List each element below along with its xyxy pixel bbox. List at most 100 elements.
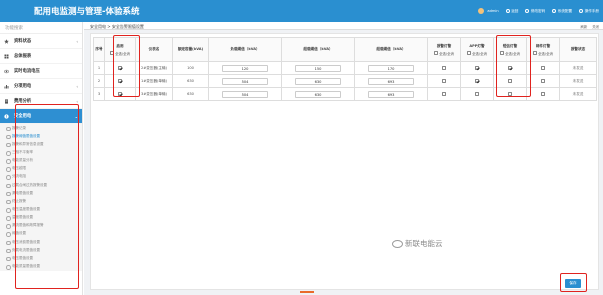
change-password-button[interactable]: 修改密码 [525, 9, 545, 14]
system-config-button[interactable]: 系统配置 [552, 9, 572, 14]
row-sms-alarm [493, 61, 527, 75]
light-alarm-checkbox[interactable] [442, 66, 446, 70]
submenu-item[interactable]: 电压限值设置 [0, 254, 82, 262]
sidebar-item-report[interactable]: 总体报表 [0, 49, 82, 64]
sidebar-item-subitem[interactable]: 分项用电 ‹ [0, 79, 82, 94]
checkbox[interactable] [110, 51, 115, 55]
settings-panel: 序号 启用 全选/全消 仪表名 额定容量(kVA) 负载阈值（kVA） 超载阈值（… [90, 33, 599, 290]
select-all-app[interactable]: 全选/全消 [467, 51, 487, 56]
submenu-item[interactable]: 终止报警 [0, 197, 82, 205]
submenu-item[interactable]: 过载合闸过热报警设置 [0, 181, 82, 189]
submenu-item-current[interactable]: 报警阈值限值设置 [0, 132, 82, 140]
sms-alarm-checkbox[interactable] [508, 79, 512, 83]
submenu-item[interactable]: 报警和异常信息设置 [0, 140, 82, 148]
row-capacity: 100 [172, 61, 209, 75]
change-password-label: 修改密码 [530, 8, 546, 13]
sidebar-item-label: 分项用电 [14, 84, 32, 89]
mail-alarm-checkbox[interactable] [541, 92, 545, 96]
close-button[interactable]: 关闭 [592, 24, 599, 29]
sms-alarm-checkbox[interactable] [508, 92, 512, 96]
submenu-item[interactable]: 电压消费限值设置 [0, 238, 82, 246]
grid-icon [4, 54, 9, 59]
app-alarm-checkbox[interactable] [475, 66, 479, 70]
overload-threshold-input[interactable]: 630 [295, 90, 341, 98]
back-icon [505, 9, 510, 13]
checkbox[interactable] [533, 51, 538, 55]
submenu-item[interactable]: 报警记录 [0, 124, 82, 132]
bottom-indicator [300, 291, 314, 293]
submenu-item[interactable]: 温度限值设置 [0, 214, 82, 222]
submenu-item[interactable]: 阈值设置 [0, 230, 82, 238]
overload-threshold-2-input[interactable]: 693 [368, 77, 414, 85]
app-alarm-checkbox[interactable] [475, 92, 479, 96]
select-all-mail[interactable]: 全选/全消 [533, 51, 553, 56]
enabled-checkbox[interactable] [118, 66, 122, 70]
enabled-checkbox[interactable] [118, 92, 122, 96]
back-button[interactable]: 返回 [505, 9, 518, 14]
col-app-alarm: APP灯警 全选/全消 [460, 37, 494, 62]
save-button[interactable]: 保存 [565, 279, 581, 288]
row-overload-threshold: 630 [281, 74, 355, 88]
safety-submenu: 报警记录 报警阈值限值设置 报警和异常信息设置 三相不平衡率 电能质量分析 电压… [0, 124, 82, 271]
sidebar-item-label: 总体报表 [14, 54, 32, 59]
submenu-item[interactable]: 电压温度限值设置 [0, 205, 82, 213]
row-mail-alarm [526, 61, 560, 75]
mail-alarm-checkbox[interactable] [541, 79, 545, 83]
submenu-item[interactable]: 漏电限值设置 [0, 189, 82, 197]
submenu-item[interactable]: 分流电阻 [0, 173, 82, 181]
row-app-alarm [460, 61, 494, 75]
app-alarm-checkbox[interactable] [475, 79, 479, 83]
tab-current[interactable]: 安全用电 > 安全告警限值设置 [90, 24, 144, 30]
book-icon [579, 9, 584, 13]
submenu-item[interactable]: 漏流限值和故障报警 [0, 222, 82, 230]
select-all-label: 全选/全消 [538, 51, 553, 56]
select-all-enabled[interactable]: 全选/全消 [110, 51, 130, 56]
app-header: 配用电监测与管理-体验系统 admin 返回 修改密码 系统配置 操作手册 [0, 0, 603, 22]
row-app-alarm [460, 74, 494, 88]
submenu-item[interactable]: 电压越限 [0, 165, 82, 173]
tab-actions: 刷新 关闭 [580, 24, 599, 29]
sidebar-item-safety[interactable]: 安全用电 ⌄ [0, 109, 82, 124]
load-threshold-input[interactable]: 504 [222, 77, 268, 85]
select-all-light[interactable]: 全选/全消 [434, 51, 454, 56]
sms-alarm-checkbox[interactable] [508, 66, 512, 70]
row-load-threshold: 120 [208, 61, 282, 75]
load-threshold-input[interactable]: 504 [222, 90, 268, 98]
row-overload-threshold-2: 693 [354, 87, 428, 101]
row-sms-alarm [493, 87, 527, 101]
col-mail-label: 邮件灯警 [535, 43, 551, 48]
sidebar-item-label: 实时电流电压 [14, 69, 40, 74]
submenu-item[interactable]: 电能质量分析 [0, 157, 82, 165]
light-alarm-checkbox[interactable] [442, 79, 446, 83]
overload-threshold-2-input[interactable]: 170 [368, 64, 414, 72]
manual-button[interactable]: 操作手册 [579, 9, 599, 14]
sidebar-item-cost[interactable]: 费用分析 ‹ [0, 94, 82, 109]
submenu-item[interactable]: 电能质量限值设置 [0, 262, 82, 270]
bar-chart-icon [4, 85, 9, 89]
header-actions: admin 返回 修改密码 系统配置 操作手册 [477, 8, 599, 14]
mail-alarm-checkbox[interactable] [541, 66, 545, 70]
checkbox[interactable] [500, 51, 505, 55]
refresh-button[interactable]: 刷新 [580, 24, 587, 29]
app-title: 配用电监测与管理-体验系统 [34, 7, 140, 17]
overload-threshold-input[interactable]: 150 [295, 64, 341, 72]
submenu-item[interactable]: 负载电流限值设置 [0, 246, 82, 254]
checkbox[interactable] [434, 51, 439, 55]
sidebar-item-status[interactable]: 资料状态 ‹ [0, 34, 82, 49]
row-mail-alarm [526, 87, 560, 101]
select-all-label: 全选/全消 [472, 51, 487, 56]
row-overload-threshold-2: 693 [354, 74, 428, 88]
select-all-sms[interactable]: 全选/全消 [500, 51, 520, 56]
overload-threshold-2-input[interactable]: 693 [368, 90, 414, 98]
light-alarm-checkbox[interactable] [442, 92, 446, 96]
star-icon [4, 39, 9, 44]
sidebar-item-realtime[interactable]: 实时电流电压 [0, 64, 82, 79]
sidebar-search[interactable]: 功能搜索 [0, 22, 82, 34]
user-menu[interactable]: admin [477, 8, 499, 14]
overload-threshold-input[interactable]: 630 [295, 77, 341, 85]
submenu-item[interactable]: 三相不平衡率 [0, 148, 82, 156]
checkbox[interactable] [467, 51, 472, 55]
col-enabled: 启用 全选/全消 [104, 37, 136, 62]
load-threshold-input[interactable]: 120 [222, 64, 268, 72]
enabled-checkbox[interactable] [118, 79, 122, 83]
